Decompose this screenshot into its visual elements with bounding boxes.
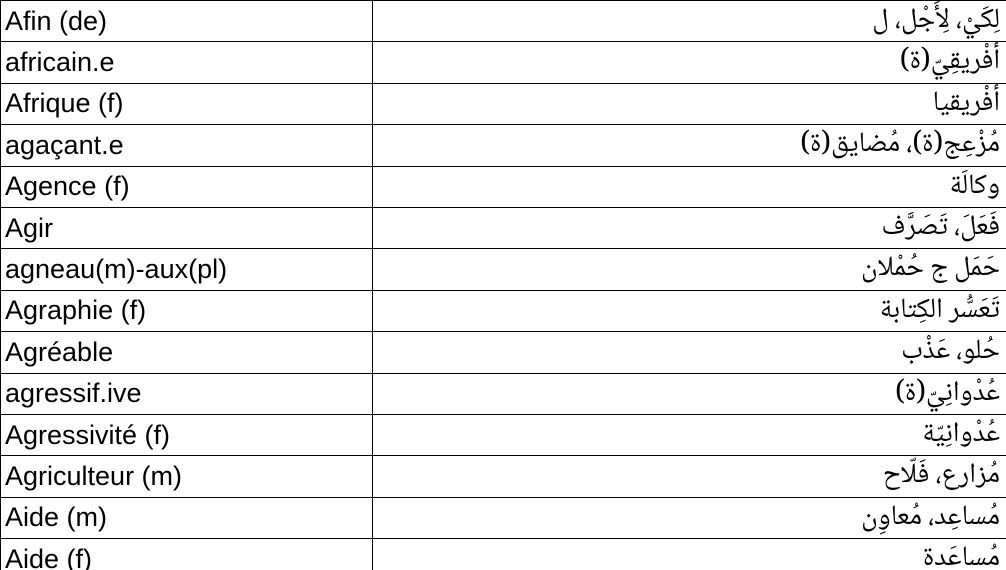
table-row: agressif.ive عُدْوانِيّ(ة): [1, 373, 1006, 414]
table-row: Agressivité (f) عُدْوانِيّة: [1, 414, 1006, 455]
table-row: Agréable حُلو، عَذْب: [1, 332, 1006, 373]
table-row: Agriculteur (m) مُزارع، فَلّاح: [1, 456, 1006, 497]
arabic-cell: مُزْعِج(ة)، مُضايق(ة): [373, 125, 1006, 166]
table-row: agneau(m)-aux(pl) حَمَل ج حُمْلان: [1, 249, 1006, 290]
table-row: Agir فَعَلَ، تَصَرَّف: [1, 207, 1006, 248]
french-cell: Agressivité (f): [1, 414, 373, 455]
table-row: agaçant.e مُزْعِج(ة)، مُضايق(ة): [1, 125, 1006, 166]
arabic-cell: وكالَة: [373, 166, 1006, 207]
arabic-cell: لِكَيْ، لِأَجْل، ل: [373, 1, 1006, 42]
arabic-cell: تَعَسُّر الكِتابة: [373, 290, 1006, 331]
table-row: Aide (f) مُساعَدة: [1, 539, 1006, 570]
french-cell: Agréable: [1, 332, 373, 373]
arabic-cell: مُساعِد، مُعاوِن: [373, 497, 1006, 538]
arabic-cell: مُزارع، فَلّاح: [373, 456, 1006, 497]
french-cell: Aide (f): [1, 539, 373, 570]
french-cell: Agir: [1, 207, 373, 248]
arabic-cell: أفْريقِيّ(ة): [373, 42, 1006, 83]
table-row: Aide (m) مُساعِد، مُعاوِن: [1, 497, 1006, 538]
arabic-cell: فَعَلَ، تَصَرَّف: [373, 207, 1006, 248]
french-cell: africain.e: [1, 42, 373, 83]
vocab-table: Afin (de) لِكَيْ، لِأَجْل، ل africain.e …: [0, 0, 1006, 570]
french-cell: Agriculteur (m): [1, 456, 373, 497]
arabic-cell: أفْريقيا: [373, 83, 1006, 124]
arabic-cell: حَمَل ج حُمْلان: [373, 249, 1006, 290]
french-cell: Aide (m): [1, 497, 373, 538]
french-cell: agneau(m)-aux(pl): [1, 249, 373, 290]
arabic-cell: عُدْوانِيّ(ة): [373, 373, 1006, 414]
french-cell: Afrique (f): [1, 83, 373, 124]
french-cell: Agence (f): [1, 166, 373, 207]
arabic-cell: عُدْوانِيّة: [373, 414, 1006, 455]
french-cell: Afin (de): [1, 1, 373, 42]
french-cell: agaçant.e: [1, 125, 373, 166]
table-row: Afin (de) لِكَيْ، لِأَجْل، ل: [1, 1, 1006, 42]
table-row: africain.e أفْريقِيّ(ة): [1, 42, 1006, 83]
arabic-cell: حُلو، عَذْب: [373, 332, 1006, 373]
table-row: Agence (f) وكالَة: [1, 166, 1006, 207]
arabic-cell: مُساعَدة: [373, 539, 1006, 570]
french-cell: agressif.ive: [1, 373, 373, 414]
table-row: Agraphie (f) تَعَسُّر الكِتابة: [1, 290, 1006, 331]
french-cell: Agraphie (f): [1, 290, 373, 331]
table-row: Afrique (f) أفْريقيا: [1, 83, 1006, 124]
